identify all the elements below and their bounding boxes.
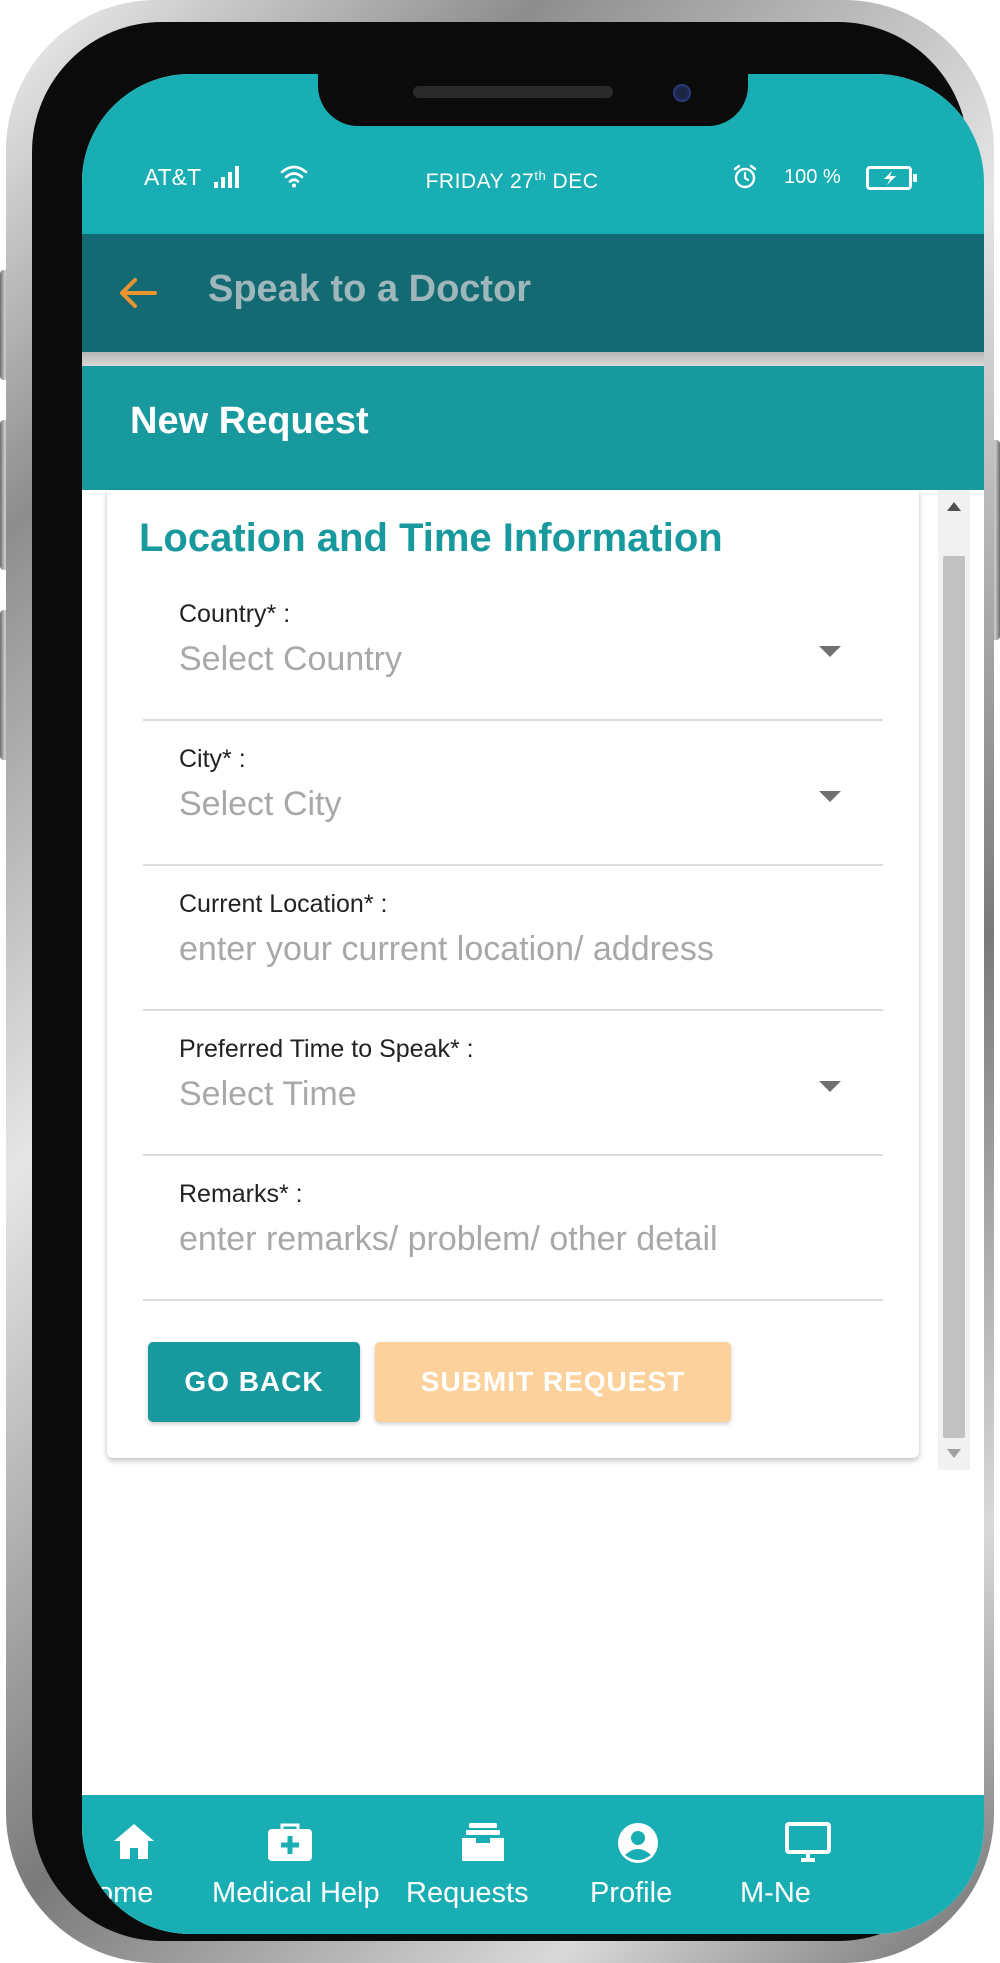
field-placeholder: Select City	[179, 785, 342, 823]
field-placeholder: Select Country	[179, 640, 402, 678]
status-date: FRIDAY 27th DEC	[425, 168, 599, 193]
battery-level: 100 %	[784, 166, 841, 188]
scrollbar[interactable]	[938, 490, 970, 1470]
header-shadow	[82, 352, 984, 366]
field-label: Remarks* :	[179, 1180, 303, 1208]
alarm-icon	[733, 164, 757, 189]
home-icon	[114, 1824, 154, 1859]
carrier-name: AT&T	[144, 164, 202, 190]
chevron-down-icon	[819, 791, 841, 802]
phone-screen: AT&T FRIDAY 27th DEC 100 % Speak to a Do…	[82, 74, 984, 1934]
front-camera	[673, 84, 691, 102]
nav-label: Profile	[590, 1877, 673, 1909]
country-select[interactable]: Country* : Select Country	[143, 576, 883, 721]
battery-icon	[866, 166, 917, 190]
nav-label: M-Ne	[740, 1877, 811, 1909]
chevron-down-icon	[819, 646, 841, 657]
bottom-nav: Home Medical Help Requests Profile M-Ne	[82, 1795, 984, 1934]
chevron-down-icon	[819, 1081, 841, 1092]
current-location-input[interactable]: Current Location* : enter your current l…	[143, 866, 883, 1011]
nav-item-home[interactable]: Home	[82, 1795, 212, 1934]
submit-request-button[interactable]: SUBMIT REQUEST	[375, 1342, 731, 1422]
user-icon	[618, 1823, 658, 1863]
nav-item-m-news[interactable]: M-Ne	[712, 1795, 984, 1934]
request-form-card: Location and Time Information Country* :…	[107, 490, 919, 1458]
section-title: Location and Time Information	[139, 516, 723, 560]
field-label: Preferred Time to Speak* :	[179, 1035, 474, 1063]
inbox-tray-icon	[462, 1823, 504, 1861]
speaker-grille	[413, 86, 613, 98]
go-back-button[interactable]: GO BACK	[148, 1342, 360, 1422]
field-placeholder: enter remarks/ problem/ other detail	[179, 1220, 718, 1258]
scroll-up-icon[interactable]	[947, 502, 961, 511]
nav-item-requests[interactable]: Requests	[402, 1795, 562, 1934]
preferred-time-select[interactable]: Preferred Time to Speak* : Select Time	[143, 1011, 883, 1156]
field-label: Country* :	[179, 600, 291, 628]
request-banner: New Request	[82, 366, 984, 490]
app-header: Speak to a Doctor	[82, 234, 984, 352]
city-select[interactable]: City* : Select City	[143, 721, 883, 866]
request-title: New Request	[130, 400, 369, 442]
nav-label: Medical Help	[212, 1877, 380, 1909]
back-arrow-icon[interactable]	[117, 272, 159, 314]
phone-bezel: AT&T FRIDAY 27th DEC 100 % Speak to a Do…	[32, 22, 984, 1941]
monitor-icon	[785, 1822, 831, 1862]
signal-icon	[214, 166, 239, 188]
phone-frame: AT&T FRIDAY 27th DEC 100 % Speak to a Do…	[6, 0, 994, 1963]
field-placeholder: enter your current location/ address	[179, 930, 714, 968]
remarks-input[interactable]: Remarks* : enter remarks/ problem/ other…	[143, 1156, 883, 1301]
nav-item-profile[interactable]: Profile	[562, 1795, 712, 1934]
page-title: Speak to a Doctor	[208, 268, 532, 310]
content-area: Location and Time Information Country* :…	[82, 490, 984, 1795]
scroll-thumb[interactable]	[943, 556, 965, 1438]
nav-label: Home	[82, 1877, 154, 1909]
wifi-icon	[280, 165, 308, 188]
phone-notch	[318, 74, 748, 126]
field-label: City* :	[179, 745, 246, 773]
field-placeholder: Select Time	[179, 1075, 357, 1113]
medical-kit-icon	[268, 1823, 312, 1861]
field-label: Current Location* :	[179, 890, 388, 918]
scroll-down-icon[interactable]	[947, 1449, 961, 1458]
nav-item-medical-help[interactable]: Medical Help	[212, 1795, 402, 1934]
nav-label: Requests	[406, 1877, 529, 1909]
